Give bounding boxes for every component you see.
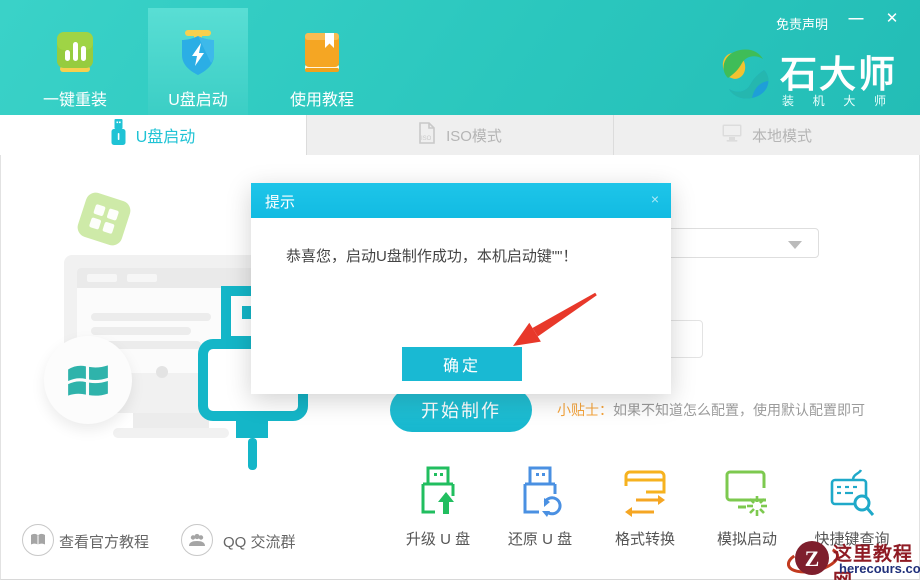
- hotkey-search-icon: [829, 466, 875, 522]
- tool-restore-usb[interactable]: 还原 U 盘: [492, 466, 588, 549]
- tutorial-book-icon: [298, 28, 346, 76]
- tool-upgrade-usb[interactable]: 升级 U 盘: [390, 466, 486, 549]
- dialog-message: 恭喜您，启动U盘制作成功，本机启动键""！: [286, 245, 577, 266]
- tool-label: 模拟启动: [699, 528, 795, 549]
- watermark-badge-icon: Z: [787, 534, 839, 580]
- site-watermark: Z 这里教程网 herecours.com: [787, 534, 920, 580]
- tab-usb-boot[interactable]: U盘启动: [0, 115, 306, 155]
- simulate-boot-icon: [724, 466, 770, 522]
- dialog-title: 提示: [265, 191, 295, 212]
- brand-tagline: 装 机 大 师: [782, 92, 886, 109]
- tagline-char: 机: [813, 92, 825, 109]
- tool-label: 还原 U 盘: [492, 528, 588, 549]
- start-make-button[interactable]: 开始制作: [390, 388, 532, 432]
- windows-flag-icon: [65, 357, 111, 403]
- usb-restore-icon: [517, 466, 563, 522]
- header: 一键重装 U盘启动: [0, 0, 920, 115]
- brand-logo-icon: [714, 42, 778, 106]
- tagline-char: 装: [782, 92, 794, 109]
- iso-file-icon: ISO: [418, 122, 436, 148]
- red-arrow-annotation: [501, 280, 611, 360]
- dialog-close-icon[interactable]: ×: [651, 191, 659, 207]
- svg-text:Z: Z: [805, 546, 820, 571]
- people-icon: [181, 524, 213, 556]
- tab-label: ISO模式: [446, 125, 502, 146]
- tab-iso-mode[interactable]: ISO ISO模式: [306, 115, 613, 155]
- nav-item-reinstall[interactable]: 一键重装: [25, 0, 125, 115]
- reinstall-chart-icon: [51, 28, 99, 76]
- tool-label: 升级 U 盘: [390, 528, 486, 549]
- usb-upgrade-icon: [415, 466, 461, 522]
- windows-tile-icon: [75, 190, 133, 248]
- tool-format-convert[interactable]: 格式转换: [597, 466, 693, 549]
- app-window: 一键重装 U盘启动: [0, 0, 920, 580]
- nav-label: 一键重装: [25, 86, 125, 110]
- tip-text: 小贴士：如果不知道怎么配置，使用默认配置即可: [557, 400, 865, 420]
- tagline-char: 大: [843, 92, 855, 109]
- close-button[interactable]: ✕: [880, 7, 904, 31]
- link-label[interactable]: 查看官方教程: [59, 531, 149, 552]
- tagline-char: 师: [874, 92, 886, 109]
- tab-local-mode[interactable]: 本地模式: [613, 115, 920, 155]
- chevron-down-icon: [788, 241, 802, 249]
- watermark-domain: herecours.com: [839, 561, 920, 576]
- tool-simulate-boot[interactable]: 模拟启动: [699, 466, 795, 549]
- mode-tabbar: U盘启动 ISO ISO模式 本地模式: [0, 115, 920, 155]
- nav-item-tutorial[interactable]: 使用教程: [272, 0, 372, 115]
- windows-logo-badge: [44, 336, 132, 424]
- nav-label: U盘启动: [148, 86, 248, 110]
- minimize-button[interactable]: —: [844, 7, 868, 31]
- usb-drive-icon: [111, 119, 126, 151]
- format-convert-icon: [622, 466, 668, 522]
- tab-label: 本地模式: [752, 125, 812, 146]
- svg-text:ISO: ISO: [421, 136, 432, 142]
- tip-body: 如果不知道怎么配置，使用默认配置即可: [613, 402, 865, 418]
- disclaimer-link[interactable]: 免责声明: [776, 14, 828, 33]
- brand-name: 石大师: [780, 44, 897, 98]
- tip-label: 小贴士：: [557, 402, 613, 418]
- tab-label: U盘启动: [136, 123, 196, 147]
- link-label[interactable]: QQ 交流群: [223, 531, 296, 552]
- content-area: 开始制作 小贴士：如果不知道怎么配置，使用默认配置即可 提示 × 恭喜您，启动U…: [0, 155, 920, 580]
- usb-shield-icon: [174, 28, 222, 76]
- nav-item-usb-boot[interactable]: U盘启动: [148, 8, 248, 115]
- dialog-header: 提示 ×: [251, 183, 671, 218]
- local-monitor-icon: [722, 124, 742, 146]
- tool-label: 格式转换: [597, 528, 693, 549]
- book-icon: [22, 524, 54, 556]
- nav-label: 使用教程: [272, 86, 372, 110]
